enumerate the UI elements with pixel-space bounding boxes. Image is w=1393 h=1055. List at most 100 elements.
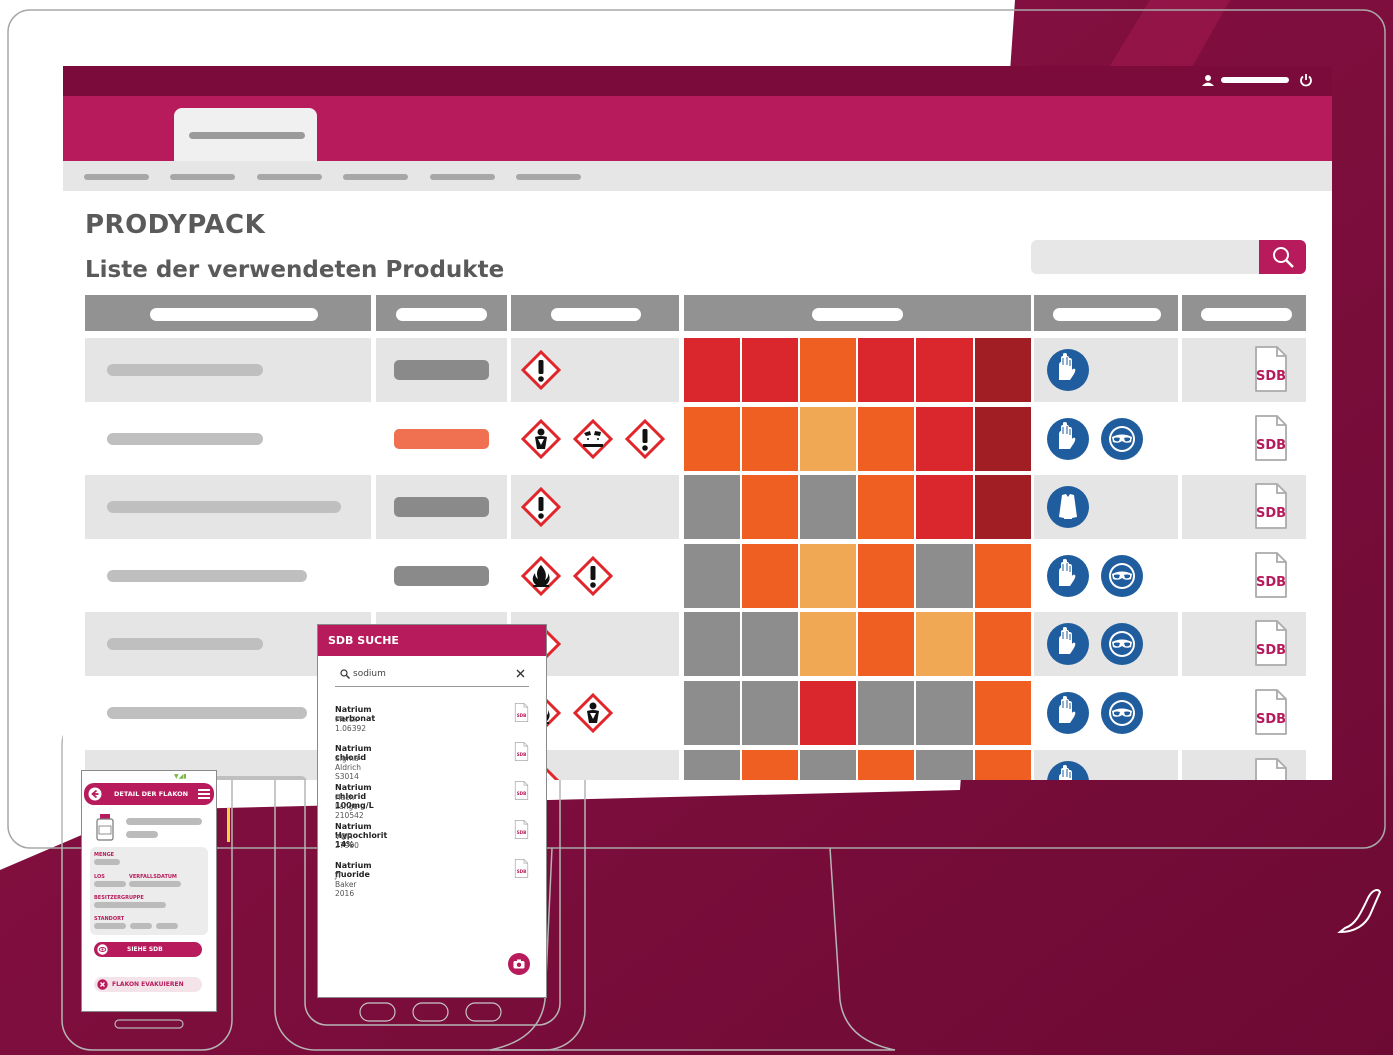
svg-text:SDB: SDB: [1256, 438, 1286, 453]
risk-level-cell: [916, 475, 973, 540]
product-name-placeholder[interactable]: [107, 364, 263, 376]
phone-details-card: MENGE LOS VERFALLSDATUM BESITZERGRUPPE S…: [90, 847, 208, 935]
product-name-placeholder: [126, 818, 202, 825]
risk-level-cell: [742, 612, 798, 677]
column-header-quantity[interactable]: [376, 295, 507, 331]
page-title: PRODYPACK: [85, 210, 266, 240]
sdb-document-icon[interactable]: SDB: [1253, 550, 1289, 600]
value-placeholder: [94, 923, 126, 929]
sdb-document-icon[interactable]: SDB: [1253, 481, 1289, 531]
nav-item[interactable]: [516, 174, 581, 180]
risk-level-cell: [684, 475, 740, 540]
svg-text:SDB: SDB: [1256, 575, 1286, 590]
sdb-document-icon[interactable]: SDB: [1253, 344, 1289, 394]
sdb-document-icon[interactable]: SDB: [514, 741, 529, 766]
exclamation-hazard-icon: [520, 487, 562, 531]
tablet-screen: SDB SUCHE sodium Natrium carbonat Merck 1…: [317, 624, 547, 998]
table-row[interactable]: SDB: [63, 612, 1332, 677]
risk-level-cell: [916, 749, 973, 780]
product-name-placeholder[interactable]: [107, 707, 307, 719]
quantity-badge: [394, 497, 489, 518]
nav-item[interactable]: [257, 174, 322, 180]
sdb-document-icon[interactable]: SDB: [1253, 687, 1289, 737]
sdb-document-icon[interactable]: SDB: [514, 858, 529, 883]
exclamation-hazard-icon: [624, 418, 666, 463]
see-sdb-label: SIEHE SDB: [127, 946, 163, 953]
label-los: LOS: [94, 874, 105, 880]
sdb-search-input[interactable]: sodium: [353, 669, 503, 679]
search-input[interactable]: [1031, 240, 1259, 274]
product-name-placeholder[interactable]: [107, 501, 341, 514]
risk-level-cell: [916, 543, 973, 608]
nav-item[interactable]: [343, 174, 408, 180]
sdb-document-icon[interactable]: SDB: [1253, 618, 1289, 668]
sdb-document-icon[interactable]: SDB: [514, 702, 529, 727]
exclamation-hazard-icon: [572, 555, 614, 600]
table-row[interactable]: SDB: [63, 543, 1332, 608]
sdb-document-icon[interactable]: SDB: [514, 780, 529, 805]
bottle-icon: [96, 814, 114, 841]
goggles-icon: [1100, 417, 1144, 465]
risk-level-cell: [975, 406, 1031, 471]
sdb-result-source: JT Baker 2016: [335, 871, 357, 898]
table-row[interactable]: SDB: [63, 338, 1332, 402]
column-header-name[interactable]: [85, 295, 371, 331]
power-icon[interactable]: [1299, 73, 1313, 87]
table-row[interactable]: SDB: [63, 406, 1332, 471]
risk-level-cell: [800, 338, 856, 402]
risk-level-cell: [684, 612, 740, 677]
table-row[interactable]: SDB: [63, 749, 1332, 780]
column-header-ppe[interactable]: [1034, 295, 1178, 331]
sdb-document-icon[interactable]: SDB: [1253, 413, 1289, 463]
sdb-document-icon[interactable]: SDB: [1253, 756, 1289, 780]
tablet-header: SDB SUCHE: [318, 625, 546, 656]
table-row[interactable]: SDB: [63, 681, 1332, 745]
risk-level-cell: [742, 475, 798, 540]
table-row[interactable]: SDB: [63, 475, 1332, 540]
search-underline: [335, 686, 529, 687]
product-name-placeholder[interactable]: [107, 569, 307, 582]
risk-level-cell: [742, 406, 798, 471]
gloves-icon: [1046, 417, 1090, 465]
back-arrow-icon[interactable]: [88, 787, 102, 801]
label-standort: STANDORT: [94, 916, 125, 922]
user-name-bar[interactable]: [1221, 77, 1289, 83]
menu-icon[interactable]: [198, 788, 210, 800]
see-sdb-button[interactable]: SIEHE SDB: [94, 942, 202, 957]
page-subtitle: Liste der verwendeten Produkte: [85, 257, 505, 283]
risk-level-cell: [742, 543, 798, 608]
tab-active[interactable]: [174, 108, 317, 163]
risk-level-cell: [800, 406, 856, 471]
risk-level-cell: [975, 612, 1031, 677]
risk-level-cell: [916, 681, 973, 745]
nav-item[interactable]: [170, 174, 235, 180]
value-placeholder: [130, 923, 152, 929]
nav-item[interactable]: [430, 174, 495, 180]
column-header-risk[interactable]: [684, 295, 1031, 331]
camera-button[interactable]: [508, 953, 530, 975]
evacuate-flask-button[interactable]: FLAKON EVAKUIEREN: [94, 977, 202, 992]
svg-text:SDB: SDB: [1256, 643, 1286, 658]
product-name-placeholder[interactable]: [107, 638, 263, 651]
sdb-document-icon[interactable]: SDB: [514, 819, 529, 844]
search-icon: [1273, 247, 1294, 268]
clear-icon[interactable]: [516, 669, 525, 678]
product-name-placeholder[interactable]: [107, 432, 263, 445]
risk-level-cell: [858, 612, 914, 677]
risk-level-cell: [975, 749, 1031, 780]
risk-level-cell: [858, 475, 914, 540]
risk-level-cell: [916, 338, 973, 402]
risk-level-cell: [742, 681, 798, 745]
svg-text:SDB: SDB: [517, 713, 527, 718]
risk-level-cell: [975, 475, 1031, 540]
search-button[interactable]: [1259, 240, 1306, 274]
label-verfallsdatum: VERFALLSDATUM: [129, 874, 177, 880]
health-hazard-icon: [572, 692, 614, 737]
quantity-badge: [394, 360, 489, 380]
column-header-sdb[interactable]: [1182, 295, 1306, 331]
flammable-hazard-icon: [520, 555, 562, 600]
nav-item[interactable]: [84, 174, 149, 180]
column-header-hazards[interactable]: [511, 295, 679, 331]
risk-level-cell: [800, 475, 856, 540]
user-icon[interactable]: [1201, 73, 1215, 87]
